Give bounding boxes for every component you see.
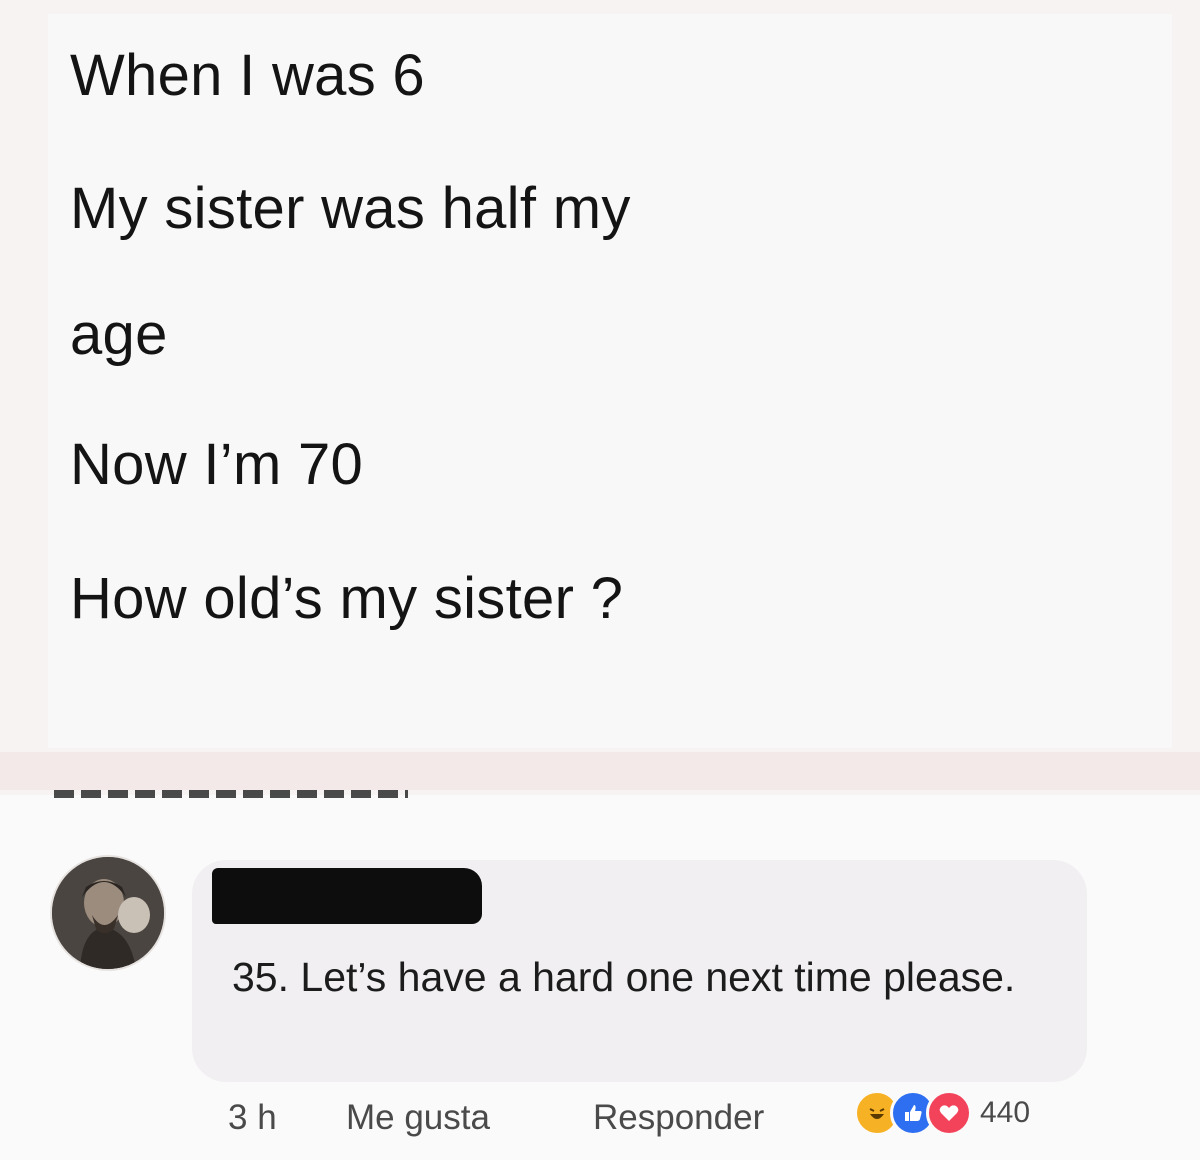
- reply-link[interactable]: Responder: [593, 1100, 764, 1135]
- post-line-1: When I was 6: [70, 43, 425, 108]
- post-card: [48, 14, 1172, 748]
- post-line-5: How old’s my sister ?: [70, 566, 624, 631]
- post-line-4: Now I’m 70: [70, 432, 364, 497]
- divider: [0, 752, 1200, 790]
- reaction-summary[interactable]: 440: [854, 1090, 1030, 1136]
- post-line-2: My sister was half my: [70, 176, 631, 241]
- avatar[interactable]: [50, 855, 166, 971]
- cropped-label: [54, 790, 408, 798]
- comment-text: 35. Let’s have a hard one next time plea…: [232, 954, 1016, 1000]
- avatar-photo: [52, 857, 164, 969]
- redacted-username: [212, 868, 482, 924]
- comment-timestamp: 3 h: [228, 1098, 277, 1137]
- like-link[interactable]: Me gusta: [346, 1100, 490, 1135]
- reaction-count: 440: [980, 1096, 1031, 1129]
- love-icon: [926, 1090, 972, 1136]
- post-line-3: age: [70, 302, 168, 367]
